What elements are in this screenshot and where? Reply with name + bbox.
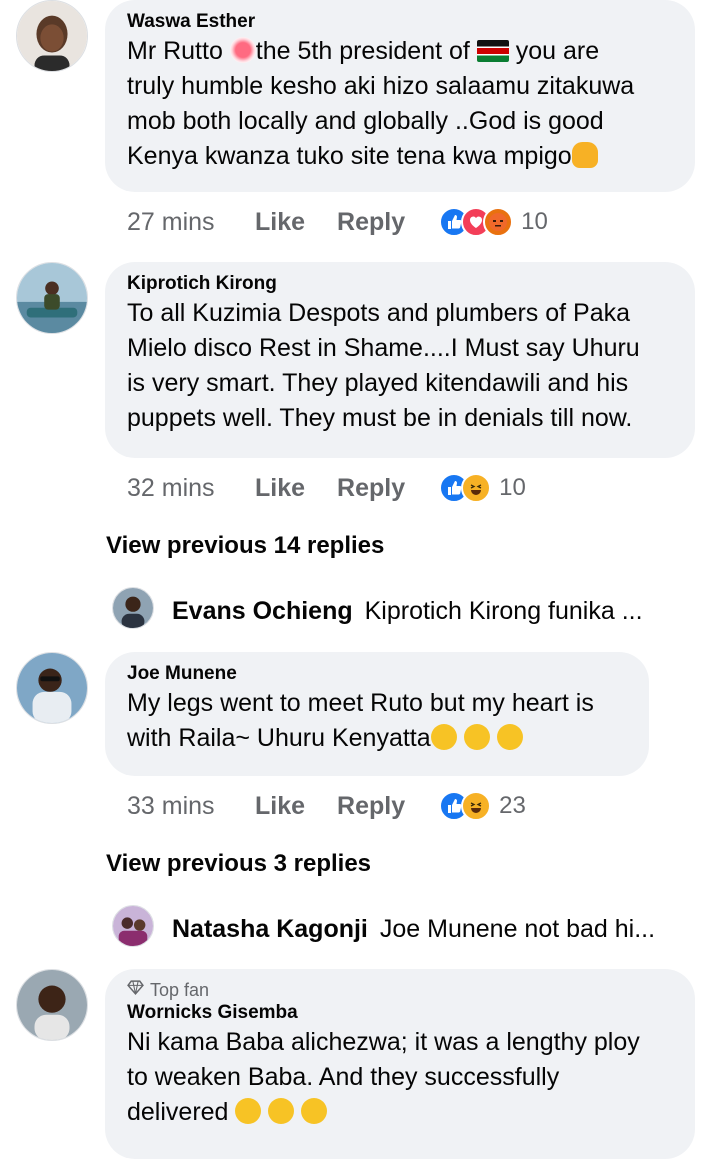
comment-text-part: My legs went to meet Ruto but my heart i…: [127, 689, 594, 717]
tears-of-joy-emoji-icon: [496, 724, 523, 750]
avatar[interactable]: [112, 587, 154, 629]
kenya-flag-icon: [476, 40, 509, 62]
comment-text-part: truly humble kesho aki hizo salaamu zita…: [127, 72, 635, 100]
like-button[interactable]: Like: [255, 208, 305, 237]
avatar[interactable]: [16, 262, 88, 334]
comment-bubble: Top fan Wornicks Gisemba Ni kama Baba al…: [105, 969, 695, 1159]
comment-author[interactable]: Waswa Esther: [127, 10, 673, 34]
timestamp[interactable]: 33 mins: [127, 792, 255, 821]
comment-text: Ni kama Baba alichezwa; it was a lengthy…: [127, 1025, 673, 1130]
tears-of-joy-emoji-icon: [463, 724, 490, 750]
comment-text-part: delivered: [127, 1098, 236, 1126]
comment-text-part: Mielo disco Rest in Shame....I Must say …: [127, 334, 640, 362]
reply-preview[interactable]: Evans Ochieng Kiprotich Kirong funika ...: [172, 597, 643, 626]
like-button[interactable]: Like: [255, 792, 305, 821]
avatar[interactable]: [112, 905, 154, 947]
comment-actions: 27 mins Like Reply 10: [127, 204, 548, 240]
comment-text: Mr Rutto the 5th president of you are tr…: [127, 34, 673, 174]
comment-text-part: is very smart. They played kitendawili a…: [127, 369, 629, 397]
angry-face-icon: [483, 207, 514, 237]
sleeping-face-emoji-icon: [301, 1098, 328, 1124]
reply-button[interactable]: Reply: [337, 474, 405, 503]
comment-bubble: Kiprotich Kirong To all Kuzimia Despots …: [105, 262, 695, 458]
comment-text-part: you are: [508, 37, 600, 65]
avatar[interactable]: [16, 652, 88, 724]
avatar[interactable]: [16, 969, 88, 1041]
laughing-face-icon: [461, 791, 492, 821]
tears-of-joy-emoji-icon: [430, 724, 457, 750]
reply-button[interactable]: Reply: [337, 792, 405, 821]
reaction-count[interactable]: 10: [499, 474, 526, 502]
timestamp[interactable]: 32 mins: [127, 474, 255, 503]
comment-text-part: puppets well. They must be in denials ti…: [127, 404, 633, 432]
beating-heart-emoji-icon: [229, 37, 256, 63]
reply-text: Joe Munene not bad hi...: [379, 915, 656, 943]
reaction-count[interactable]: 10: [521, 208, 548, 236]
view-previous-replies-button[interactable]: View previous 14 replies: [106, 532, 384, 560]
view-previous-replies-button[interactable]: View previous 3 replies: [106, 850, 371, 878]
comment-bubble: Joe Munene My legs went to meet Ruto but…: [105, 652, 649, 776]
comment-bubble: Waswa Esther Mr Rutto the 5th president …: [105, 0, 695, 192]
comment-text-part: mob both locally and globally ..God is g…: [127, 107, 604, 135]
comment-text: To all Kuzimia Despots and plumbers of P…: [127, 296, 673, 436]
reactions[interactable]: [439, 473, 492, 503]
diamond-icon: [127, 979, 144, 1001]
comment-text-part: Ni kama Baba alichezwa; it was a lengthy…: [127, 1028, 640, 1056]
comment-actions: 32 mins Like Reply 10: [127, 470, 526, 506]
comment-text-part: with Raila~ Uhuru Kenyatta: [127, 724, 431, 752]
top-fan-label: Top fan: [150, 980, 210, 1000]
comment-text: My legs went to meet Ruto but my heart i…: [127, 686, 627, 756]
like-button[interactable]: Like: [255, 474, 305, 503]
reaction-count[interactable]: 23: [499, 792, 526, 820]
comment-text-part: the 5th president of: [255, 37, 477, 65]
reply-author[interactable]: Evans Ochieng: [172, 597, 353, 625]
reply-preview[interactable]: Natasha Kagonji Joe Munene not bad hi...: [172, 915, 655, 944]
sleeping-face-emoji-icon: [235, 1098, 262, 1124]
comment-author[interactable]: Kiprotich Kirong: [127, 272, 673, 296]
timestamp[interactable]: 27 mins: [127, 208, 255, 237]
avatar[interactable]: [16, 0, 88, 72]
comment-author[interactable]: Wornicks Gisemba: [127, 1001, 673, 1025]
reply-button[interactable]: Reply: [337, 208, 405, 237]
reply-author[interactable]: Natasha Kagonji: [172, 915, 368, 943]
comment-text-part: Mr Rutto: [127, 37, 230, 65]
comment-text-part: To all Kuzimia Despots and plumbers of P…: [127, 299, 631, 327]
raised-hands-emoji-icon: [571, 142, 598, 168]
reactions[interactable]: [439, 791, 492, 821]
comment-text-part: to weaken Baba. And they successfully: [127, 1063, 560, 1091]
sleeping-face-emoji-icon: [268, 1098, 295, 1124]
comment-actions: 33 mins Like Reply 23: [127, 788, 526, 824]
comment-author[interactable]: Joe Munene: [127, 662, 627, 686]
reactions[interactable]: [439, 207, 514, 237]
reply-text: Kiprotich Kirong funika ...: [364, 597, 643, 625]
top-fan-badge: Top fan: [127, 979, 673, 1001]
laughing-face-icon: [461, 473, 492, 503]
comment-text-part: Kenya kwanza tuko site tena kwa mpigo: [127, 142, 572, 170]
